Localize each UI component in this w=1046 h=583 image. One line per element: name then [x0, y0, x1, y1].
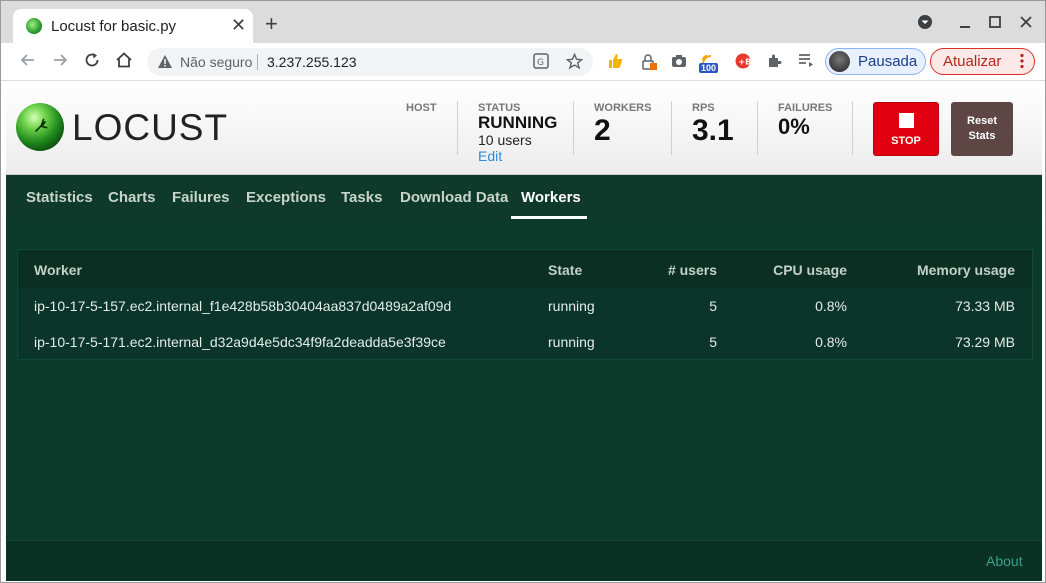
reset-stats-button[interactable]: Reset Stats: [951, 102, 1013, 156]
about-link[interactable]: About: [986, 553, 1023, 569]
worker-memory: 73.33 MB: [955, 298, 1015, 314]
edit-link[interactable]: Edit: [478, 148, 502, 164]
update-label: Atualizar: [943, 53, 1002, 70]
column-header-cpu[interactable]: CPU usage: [738, 262, 847, 278]
worker-state: running: [548, 334, 595, 350]
failures-value: 0%: [778, 114, 810, 139]
address-url[interactable]: 3.237.255.123: [267, 54, 357, 70]
column-header-memory[interactable]: Memory usage: [878, 262, 1015, 278]
status-users: 10 users: [478, 132, 532, 148]
new-tab-button[interactable]: +: [265, 13, 278, 35]
workers-value: 2: [594, 114, 611, 147]
stop-icon: [899, 113, 914, 128]
tab-statistics[interactable]: Statistics: [26, 189, 93, 206]
worker-users: 5: [709, 334, 717, 350]
minimize-icon[interactable]: [959, 15, 971, 33]
svg-text:+B: +B: [738, 58, 751, 67]
browser-toolbar: Não seguro 3.237.255.123 G 100 +B Pausad…: [1, 43, 1045, 81]
worker-cpu: 0.8%: [815, 334, 847, 350]
close-window-icon[interactable]: [1020, 15, 1032, 33]
extension-icon[interactable]: +B: [735, 53, 751, 74]
tab-tasks[interactable]: Tasks: [341, 189, 382, 206]
reset-label-line2: Stats: [968, 130, 996, 142]
lock-icon[interactable]: [640, 53, 658, 76]
worker-name: ip-10-17-5-171.ec2.internal_d32a9d4e5dc3…: [34, 334, 446, 350]
stat-separator: [457, 101, 458, 155]
address-bar[interactable]: Não seguro 3.237.255.123 G: [147, 48, 593, 76]
locust-favicon-icon: [26, 18, 42, 34]
worker-state: running: [548, 298, 595, 314]
stat-separator: [573, 101, 574, 155]
host-label: HOST: [406, 102, 437, 114]
worker-users: 5: [709, 298, 717, 314]
tab-exceptions[interactable]: Exceptions: [246, 189, 326, 206]
column-header-state[interactable]: State: [548, 262, 582, 278]
table-header: Worker State # users CPU usage Memory us…: [18, 250, 1032, 288]
locust-page: LOCUST HOST STATUS RUNNING 10 users Edit…: [6, 81, 1042, 581]
playlist-icon[interactable]: [798, 53, 815, 73]
thumbs-up-icon[interactable]: [607, 53, 623, 74]
workers-label: WORKERS: [594, 102, 652, 114]
home-icon[interactable]: [115, 51, 133, 73]
avatar: [829, 51, 850, 72]
browser-window: Locust for basic.py ✕ + Não seguro 3.237…: [0, 0, 1046, 583]
stat-separator: [757, 101, 758, 155]
worker-memory: 73.29 MB: [955, 334, 1015, 350]
browser-titlebar: Locust for basic.py ✕ +: [1, 1, 1045, 43]
page-footer: About: [6, 540, 1042, 581]
reset-label-line1: Reset: [967, 115, 997, 127]
tab-failures[interactable]: Failures: [172, 189, 230, 206]
browser-tab[interactable]: Locust for basic.py ✕: [13, 9, 253, 43]
profile-button[interactable]: Pausada: [825, 48, 926, 75]
workers-table: Worker State # users CPU usage Memory us…: [17, 249, 1033, 360]
stat-separator: [671, 101, 672, 155]
update-button[interactable]: Atualizar: [930, 48, 1035, 75]
warning-icon[interactable]: [157, 54, 173, 72]
tab-search-icon[interactable]: [917, 14, 933, 35]
address-separator: [257, 54, 258, 70]
locust-logo-icon: [16, 103, 64, 151]
profile-label: Pausada: [858, 53, 918, 70]
tab-download-data[interactable]: Download Data: [400, 189, 508, 206]
tab-workers[interactable]: Workers: [521, 189, 581, 206]
reset-stats-label: Reset Stats: [951, 114, 1013, 144]
forward-arrow-icon[interactable]: [51, 51, 69, 73]
puzzle-icon[interactable]: [767, 53, 783, 74]
tab-charts[interactable]: Charts: [108, 189, 156, 206]
failures-label: FAILURES: [778, 102, 833, 114]
column-header-users[interactable]: # users: [618, 262, 717, 278]
tab-title: Locust for basic.py: [51, 18, 177, 35]
column-header-worker[interactable]: Worker: [34, 262, 82, 278]
worker-cpu: 0.8%: [815, 298, 847, 314]
insecure-label[interactable]: Não seguro: [180, 54, 252, 70]
workers-panel: Worker State # users CPU usage Memory us…: [6, 219, 1042, 540]
tab-close-icon[interactable]: ✕: [231, 15, 246, 35]
nav-tabs: Statistics Charts Failures Exceptions Ta…: [6, 175, 1042, 219]
stop-button[interactable]: STOP: [873, 102, 939, 156]
stop-label: STOP: [891, 135, 921, 147]
reload-icon[interactable]: [83, 51, 101, 73]
rps-value: 3.1: [692, 114, 734, 147]
svg-text:G: G: [537, 58, 544, 68]
worker-name: ip-10-17-5-157.ec2.internal_f1e428b58b30…: [34, 298, 452, 314]
logo-text: LOCUST: [72, 107, 229, 148]
more-menu-icon[interactable]: [1019, 52, 1025, 74]
stat-separator: [852, 101, 853, 155]
extension-badge: 100: [699, 63, 719, 73]
back-arrow-icon[interactable]: [19, 51, 37, 73]
locust-header: LOCUST HOST STATUS RUNNING 10 users Edit…: [6, 81, 1042, 175]
star-icon[interactable]: [565, 52, 584, 75]
camera-icon[interactable]: [671, 53, 687, 74]
rps-label: RPS: [692, 102, 715, 114]
translate-icon[interactable]: G: [533, 53, 549, 74]
maximize-icon[interactable]: [989, 15, 1001, 33]
status-value: RUNNING: [478, 113, 558, 132]
